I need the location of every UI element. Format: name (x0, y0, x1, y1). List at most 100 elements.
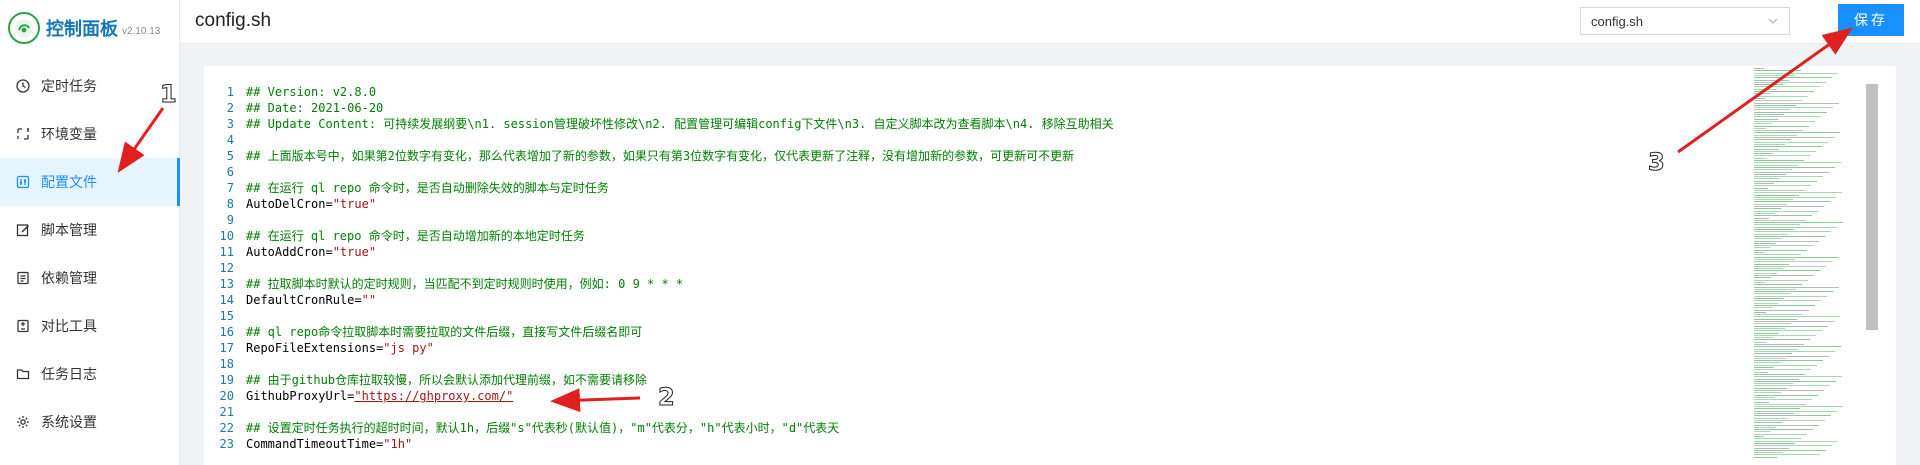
minimap-line (1754, 217, 1769, 219)
minimap-line (1754, 364, 1817, 366)
minimap-line (1754, 288, 1796, 290)
sidebar-item-settings[interactable]: 系统设置 (0, 398, 180, 446)
sidebar-item-label: 系统设置 (41, 414, 97, 430)
code-key: RepoFileExtensions= (246, 341, 384, 355)
minimap-line (1754, 235, 1825, 237)
code-string: "js py" (383, 341, 434, 355)
code-comment: ## Update Content: 可持续发展纲要\n1. session管理… (246, 117, 1114, 131)
minimap-line (1754, 316, 1840, 318)
code-line: 16 ## ql repo命令拉取脚本时需要拉取的文件后缀，直接写文件后缀名即可 (204, 324, 1114, 340)
chevron-down-icon (1767, 15, 1779, 30)
minimap-line (1754, 153, 1773, 155)
minimap-line (1754, 252, 1764, 253)
sidebar-item-deps[interactable]: 依赖管理 (0, 254, 180, 302)
minimap-line (1754, 344, 1804, 345)
minimap-line (1754, 256, 1838, 258)
code-line: 12 (204, 260, 1114, 276)
logo[interactable]: 控制面板 v2.10.13 (8, 8, 160, 48)
line-number: 14 (219, 293, 234, 307)
code-line: 6 (204, 164, 1114, 180)
minimap-line (1754, 452, 1783, 454)
code-string: "1h" (383, 437, 413, 451)
code-comment: ## 设置定时任务执行的超时时间，默认1h，后缀"s"代表秒(默认值)，"m"代… (246, 421, 840, 435)
code-comment: ## 由于github仓库拉取较慢，所以会默认添加代理前缀，如不需要请移除 (246, 373, 648, 387)
minimap-line (1754, 454, 1820, 456)
minimap-line (1754, 192, 1842, 194)
code-line: 18 (204, 356, 1114, 372)
minimap-line (1754, 321, 1834, 322)
minimap-line (1754, 369, 1811, 371)
minimap-line (1754, 311, 1766, 313)
minimap-line (1754, 298, 1784, 299)
minimap-line (1754, 353, 1792, 355)
minimap-line (1754, 88, 1777, 90)
minimap-line (1754, 212, 1775, 214)
code-editor[interactable]: 1 ## Version: v2.8.0 2 ## Date: 2021-06-20 3… (204, 66, 1896, 465)
page-title: config.sh (195, 10, 272, 31)
sidebar-item-config[interactable]: 配置文件 (0, 158, 180, 206)
minimap-line (1754, 399, 1812, 401)
minimap-line (1754, 150, 1816, 152)
minimap-line (1754, 219, 1806, 221)
code-comment: ## 在运行 ql repo 命令时，是否自动增加新的本地定时任务 (246, 229, 585, 243)
code-line: 15 (204, 308, 1114, 324)
minimap-line (1754, 327, 1785, 329)
code-line: 9 (204, 212, 1114, 228)
code-key: CommandTimeoutTime= (246, 437, 384, 451)
minimap-line (1754, 143, 1785, 145)
minimap-line (1754, 95, 1808, 97)
minimap-line (1754, 417, 1788, 419)
sidebar-item-env[interactable]: 环境变量 (0, 110, 180, 158)
minimap-line (1754, 189, 1805, 191)
minimap-line (1754, 277, 1771, 279)
minimap-line (1754, 385, 1830, 387)
save-button[interactable]: 保存 (1838, 4, 1904, 36)
minimap-line (1754, 438, 1801, 440)
code-url[interactable]: "https://ghproxy.com/" (354, 388, 513, 404)
minimap-line (1754, 72, 1838, 74)
app-title: 控制面板 (46, 19, 118, 39)
minimap-line (1754, 148, 1779, 150)
minimap-line (1754, 77, 1832, 79)
sidebar-item-logs[interactable]: 任务日志 (0, 350, 180, 398)
minimap[interactable] (1754, 68, 1864, 463)
line-number: 6 (226, 165, 234, 179)
minimap-line (1754, 426, 1776, 428)
line-number: 7 (226, 181, 234, 195)
sidebar-item-scripts[interactable]: 脚本管理 (0, 206, 180, 254)
minimap-line (1754, 81, 1826, 83)
sidebar-menu: 定时任务 环境变量 配置文件 脚本管理 依赖管理 对比工具 任务日志 系统设置 (0, 62, 180, 446)
minimap-line (1754, 309, 1809, 311)
minimap-line (1754, 286, 1839, 288)
minimap-line (1754, 449, 1826, 451)
editor-scrollbar[interactable] (1866, 84, 1878, 330)
sidebar: 控制面板 v2.10.13 定时任务 环境变量 配置文件 脚本管理 依赖管理 对… (0, 0, 180, 465)
minimap-line (1754, 120, 1815, 122)
minimap-line (1754, 162, 1841, 164)
minimap-line (1754, 155, 1810, 157)
minimap-line (1754, 314, 1803, 316)
code-line: 17 RepoFileExtensions= "js py" (204, 340, 1114, 356)
minimap-line (1754, 166, 1835, 168)
line-number: 20 (219, 389, 234, 403)
code-comment: ## ql repo命令拉取脚本时需要拉取的文件后缀，直接写文件后缀名即可 (246, 325, 643, 339)
minimap-line (1754, 93, 1771, 95)
minimap-line (1754, 157, 1767, 159)
sidebar-item-diff[interactable]: 对比工具 (0, 302, 180, 350)
sidebar-item-label: 配置文件 (41, 174, 97, 190)
variable-icon (15, 126, 31, 142)
minimap-line (1754, 86, 1820, 88)
line-number: 12 (219, 261, 234, 275)
line-number: 8 (226, 197, 234, 211)
minimap-line (1754, 360, 1823, 362)
minimap-line (1754, 130, 1803, 132)
control-icon (15, 174, 31, 190)
sidebar-item-cron[interactable]: 定时任务 (0, 62, 180, 110)
sidebar-item-label: 定时任务 (41, 78, 97, 94)
minimap-line (1754, 408, 1800, 410)
file-select[interactable]: config.sh (1580, 7, 1790, 35)
code-line: 5 ## 上面版本号中，如果第2位数字有变化，那么代表增加了新的参数，如果只有第3… (204, 148, 1114, 164)
minimap-line (1754, 348, 1798, 350)
clock-icon (15, 78, 31, 94)
line-number: 10 (219, 229, 234, 243)
